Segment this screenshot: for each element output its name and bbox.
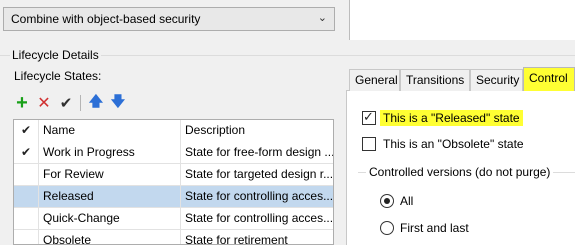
controlled-versions-title: Controlled versions (do not purge) bbox=[366, 165, 554, 179]
lifecycle-details-title: Lifecycle Details bbox=[10, 48, 101, 62]
table-header: ✔ Name Description bbox=[14, 120, 333, 142]
table-row[interactable]: For Review State for targeted design r..… bbox=[14, 164, 334, 186]
row-description: State for controlling acces... bbox=[185, 189, 334, 203]
row-name: Released bbox=[39, 186, 181, 208]
row-description: State for free-form design ... bbox=[185, 145, 334, 159]
tab-general[interactable]: General bbox=[349, 69, 400, 91]
row-check-icon: ✔ bbox=[14, 142, 39, 164]
security-mode-value: Combine with object-based security bbox=[11, 12, 201, 26]
released-state-checkbox[interactable] bbox=[362, 109, 376, 125]
security-mode-dropdown[interactable]: Combine with object-based security ⌄ bbox=[3, 7, 335, 31]
table-row[interactable]: Quick-Change State for controlling acces… bbox=[14, 208, 334, 230]
chevron-down-icon: ⌄ bbox=[317, 12, 327, 24]
row-name: For Review bbox=[39, 164, 181, 186]
row-check-icon bbox=[14, 230, 39, 244]
toolbar-separator bbox=[80, 95, 81, 111]
tab-security[interactable]: Security bbox=[470, 69, 523, 91]
first-and-last-radio[interactable] bbox=[380, 221, 394, 235]
checkmark-icon[interactable]: ✔ bbox=[58, 95, 74, 112]
table-row-selected[interactable]: Released State for controlling acces... bbox=[14, 186, 334, 208]
row-description: State for retirement bbox=[185, 233, 288, 245]
tab-control[interactable]: Control bbox=[523, 67, 575, 91]
row-check-icon bbox=[14, 164, 39, 186]
row-name: Quick-Change bbox=[39, 208, 181, 230]
row-name: Obsolete bbox=[39, 230, 181, 244]
all-versions-label[interactable]: All bbox=[400, 193, 413, 209]
column-header-description[interactable]: Description bbox=[181, 120, 333, 142]
lifecycle-states-label: Lifecycle States: bbox=[14, 69, 102, 83]
obsolete-state-checkbox[interactable] bbox=[362, 137, 376, 151]
table-row[interactable]: ✔ Work in Progress State for free-form d… bbox=[14, 142, 334, 164]
row-description: State for targeted design r... bbox=[185, 167, 334, 181]
row-check-icon bbox=[14, 186, 39, 208]
column-header-name[interactable]: Name bbox=[39, 120, 181, 142]
lifecycle-states-table[interactable]: ✔ Name Description ✔ Work in Progress St… bbox=[13, 119, 334, 245]
obsolete-state-label[interactable]: This is an "Obsolete" state bbox=[383, 136, 524, 152]
first-and-last-label[interactable]: First and last bbox=[400, 220, 469, 236]
arrow-up-icon[interactable]: 🡅 bbox=[88, 93, 104, 111]
top-right-pane bbox=[350, 0, 575, 40]
tab-transitions[interactable]: Transitions bbox=[400, 69, 470, 91]
all-versions-radio[interactable] bbox=[380, 194, 394, 208]
add-icon[interactable]: + bbox=[14, 93, 30, 113]
delete-icon[interactable]: ✕ bbox=[36, 95, 52, 112]
table-row[interactable]: Obsolete State for retirement bbox=[14, 230, 333, 245]
header-check-icon: ✔ bbox=[14, 120, 39, 142]
row-name: Work in Progress bbox=[39, 142, 181, 164]
arrow-down-icon[interactable]: 🡇 bbox=[110, 93, 126, 111]
row-check-icon bbox=[14, 208, 39, 230]
released-state-label[interactable]: This is a "Released" state bbox=[380, 110, 523, 126]
row-description: State for controlling acces... bbox=[185, 211, 334, 225]
